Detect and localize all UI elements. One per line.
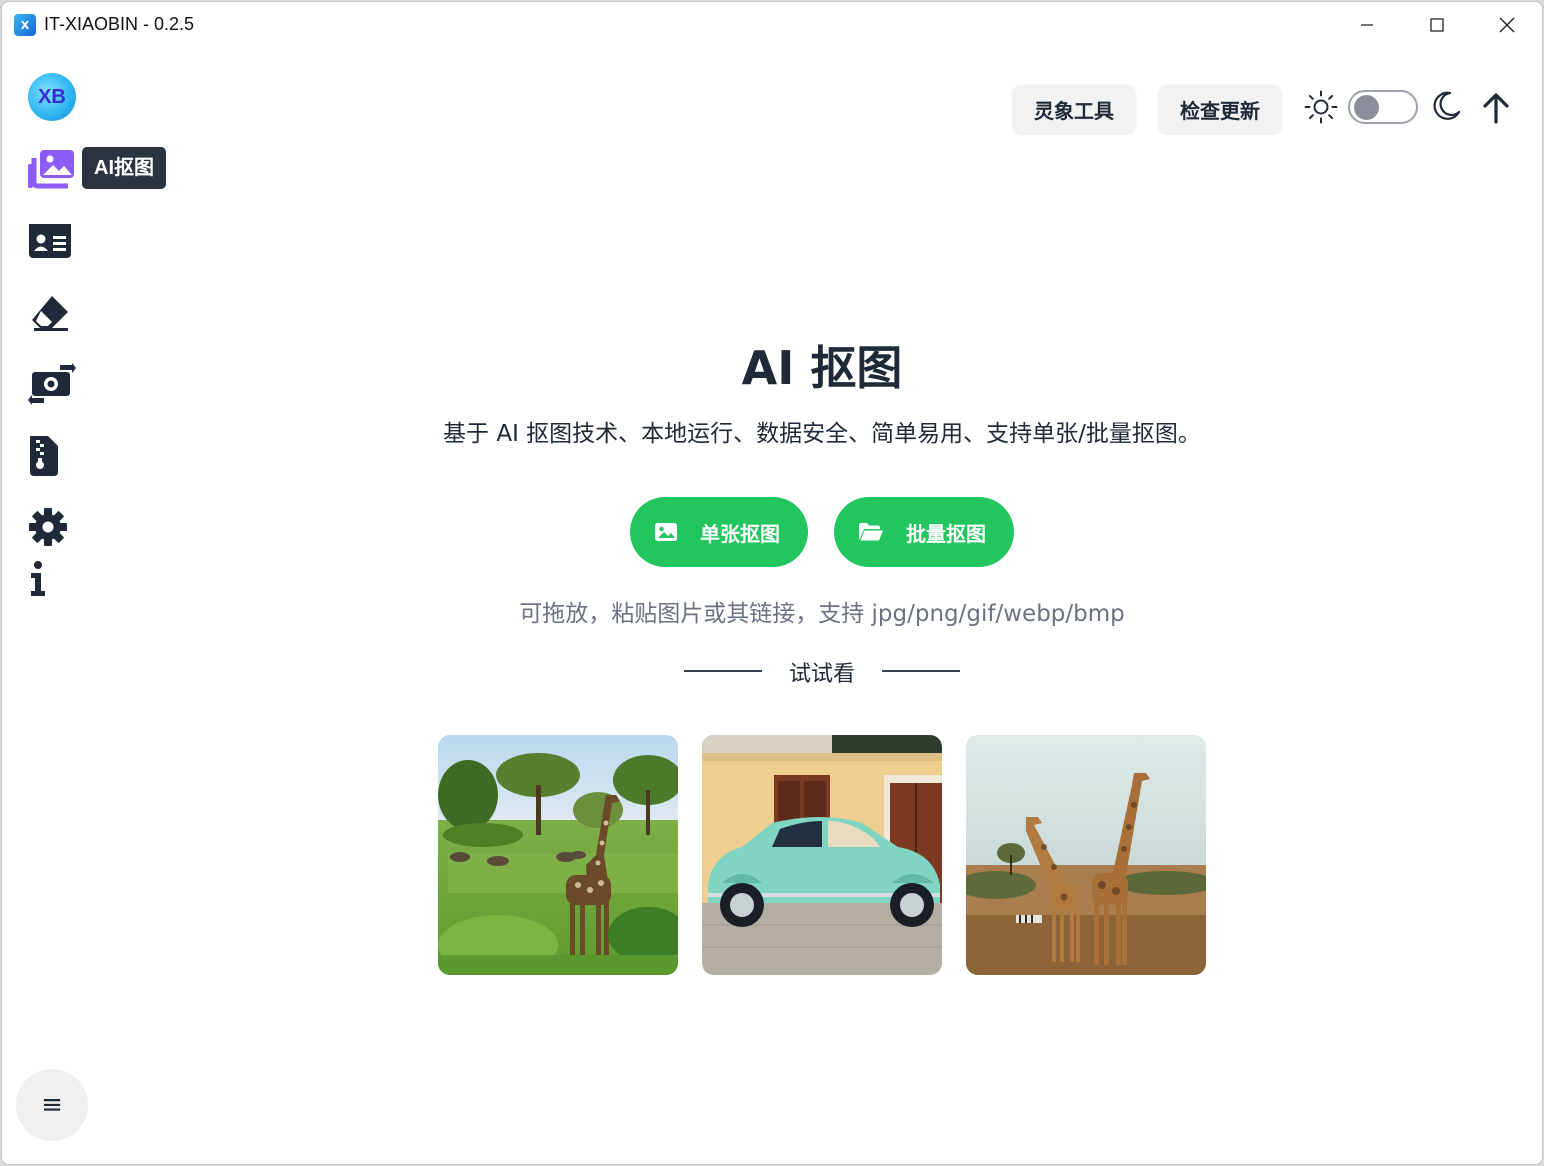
arrow-up-icon[interactable]	[1482, 92, 1510, 124]
sample-image-vintage-car[interactable]	[702, 735, 942, 975]
minimize-icon	[1361, 24, 1373, 26]
app-window: X IT-XIAOBIN - 0.2.5 XB AI抠图 ≡ 灵象工具 检查更新…	[1, 1, 1543, 1165]
sample-image-two-giraffes[interactable]	[966, 735, 1206, 975]
menu-button[interactable]: ≡	[16, 1069, 88, 1141]
app-logo[interactable]: XB	[28, 73, 76, 121]
try-label: 试试看	[788, 662, 855, 687]
page-description: 基于 AI 抠图技术、本地运行、数据安全、简单易用、支持单张/批量抠图。	[443, 421, 1201, 447]
sidebar-item-eraser[interactable]	[28, 291, 76, 335]
title-bar: X IT-XIAOBIN - 0.2.5	[2, 2, 1542, 48]
menu-icon: ≡	[41, 1090, 63, 1120]
sample-image-giraffe-savanna[interactable]	[438, 735, 678, 975]
sidebar-item-settings[interactable]	[28, 505, 76, 549]
theme-toggle-knob	[1354, 95, 1379, 120]
single-matting-label: 单张抠图	[700, 521, 780, 546]
info-icon	[31, 561, 45, 596]
gear-icon	[29, 508, 67, 546]
tools-button[interactable]: 灵象工具	[1013, 85, 1135, 133]
single-matting-button[interactable]: 单张抠图	[630, 497, 808, 567]
check-update-button[interactable]: 检查更新	[1159, 85, 1281, 133]
window-title: IT-XIAOBIN - 0.2.5	[44, 14, 195, 34]
sun-icon[interactable]	[1304, 90, 1338, 124]
moon-icon[interactable]	[1432, 90, 1462, 122]
close-icon	[1499, 17, 1515, 33]
maximize-icon	[1430, 18, 1444, 32]
batch-matting-label: 批量抠图	[906, 521, 986, 546]
maximize-button[interactable]	[1402, 2, 1472, 48]
drop-hint: 可拖放，粘贴图片或其链接，支持 jpg/png/gif/webp/bmp	[519, 601, 1125, 627]
page-title: AI 抠图	[741, 341, 903, 395]
minimize-button[interactable]	[1332, 2, 1402, 48]
eraser-icon	[32, 296, 68, 331]
image-icon	[654, 522, 678, 542]
sidebar-item-id-photo[interactable]	[28, 219, 76, 263]
divider-right	[882, 670, 960, 672]
app-icon: X	[14, 14, 36, 36]
folder-open-icon	[858, 522, 884, 542]
divider-left	[684, 670, 762, 672]
images-icon	[28, 150, 74, 189]
batch-matting-button[interactable]: 批量抠图	[834, 497, 1014, 567]
id-card-icon	[29, 224, 71, 258]
sidebar-item-ai-matting[interactable]	[28, 147, 76, 191]
sidebar-tooltip: AI抠图	[82, 147, 166, 189]
theme-toggle[interactable]	[1348, 90, 1418, 124]
close-button[interactable]	[1472, 2, 1542, 48]
